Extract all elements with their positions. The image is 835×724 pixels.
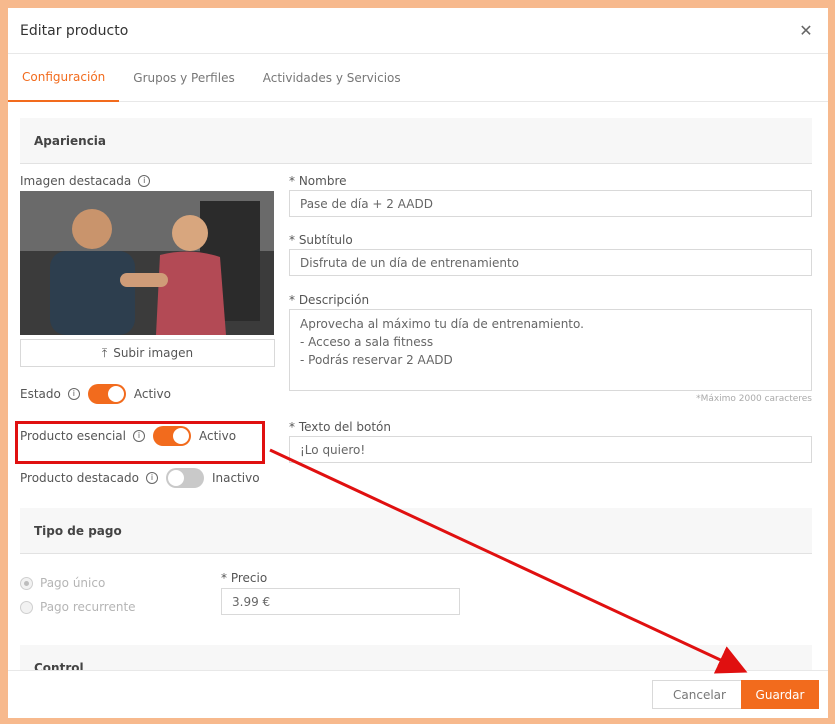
cancel-button[interactable]: Cancelar [652, 680, 747, 709]
edit-product-modal: Editar producto ✕ Configuración Grupos y… [8, 8, 828, 718]
estado-switch[interactable] [87, 384, 126, 404]
subtitulo-label: * Subtítulo [289, 233, 353, 247]
info-icon[interactable]: i [145, 472, 158, 484]
estado-row: Estado i Activo [20, 384, 171, 404]
tab-configuracion[interactable]: Configuración [8, 54, 120, 102]
radio-pago-unico[interactable]: Pago único [20, 576, 105, 590]
descripcion-label: * Descripción [289, 293, 370, 307]
esencial-switch[interactable] [152, 426, 191, 446]
tab-actividades-servicios[interactable]: Actividades y Servicios [249, 54, 415, 101]
modal-title: Editar producto [20, 22, 129, 39]
estado-state: Activo [133, 387, 171, 401]
radio-label: Pago único [40, 576, 106, 590]
estado-label: Estado [20, 387, 61, 401]
featured-image [20, 191, 274, 335]
upload-image-button[interactable]: ⤒ Subir imagen [20, 339, 275, 367]
section-tipo-pago: Tipo de pago [20, 508, 812, 554]
modal-content: Apariencia Imagen destacada i ⤒ Subir im… [8, 102, 828, 671]
precio-input[interactable]: 3.99 € [221, 588, 460, 615]
destacado-label: Producto destacado [20, 471, 139, 485]
gym-photo-illustration [20, 191, 274, 335]
tab-grupos-perfiles[interactable]: Grupos y Perfiles [119, 54, 248, 101]
upload-icon: ⤒ [101, 345, 108, 360]
close-icon[interactable]: ✕ [796, 21, 816, 40]
texto-boton-input[interactable]: ¡Lo quiero! [289, 436, 812, 463]
esencial-state: Activo [198, 429, 237, 443]
modal-header: Editar producto ✕ [8, 8, 828, 54]
info-icon[interactable]: i [67, 388, 80, 400]
info-icon[interactable]: i [132, 430, 145, 442]
precio-label: * Precio [221, 571, 268, 585]
nombre-label: * Nombre [289, 174, 347, 188]
save-button[interactable]: Guardar [741, 680, 819, 709]
info-icon[interactable]: i [138, 175, 151, 187]
subtitulo-input[interactable]: Disfruta de un día de entrenamiento [289, 249, 812, 276]
nombre-input[interactable]: Pase de día + 2 AADD [289, 190, 812, 217]
modal-footer: Cancelar Guardar [8, 670, 828, 718]
image-label: Imagen destacada [20, 174, 132, 188]
esencial-label: Producto esencial [20, 429, 126, 443]
descripcion-textarea[interactable]: Aprovecha al máximo tu día de entrenamie… [289, 309, 812, 391]
section-apariencia: Apariencia [20, 118, 812, 164]
radio-dot [20, 576, 33, 590]
section-control: Control [20, 645, 812, 671]
destacado-switch[interactable] [165, 468, 204, 488]
destacado-state: Inactivo [211, 471, 260, 485]
descripcion-hint: *Máximo 2000 caracteres [696, 394, 812, 404]
radio-pago-recurrente[interactable]: Pago recurrente [20, 600, 136, 614]
upload-label: Subir imagen [113, 346, 194, 360]
image-label-row: Imagen destacada i [20, 174, 151, 188]
radio-label: Pago recurrente [40, 600, 136, 614]
radio-dot [20, 600, 33, 614]
destacado-row: Producto destacado i Inactivo [20, 468, 260, 488]
tab-bar: Configuración Grupos y Perfiles Activida… [8, 54, 828, 102]
texto-boton-label: * Texto del botón [289, 420, 391, 434]
esencial-row: Producto esencial i Activo [20, 426, 236, 446]
